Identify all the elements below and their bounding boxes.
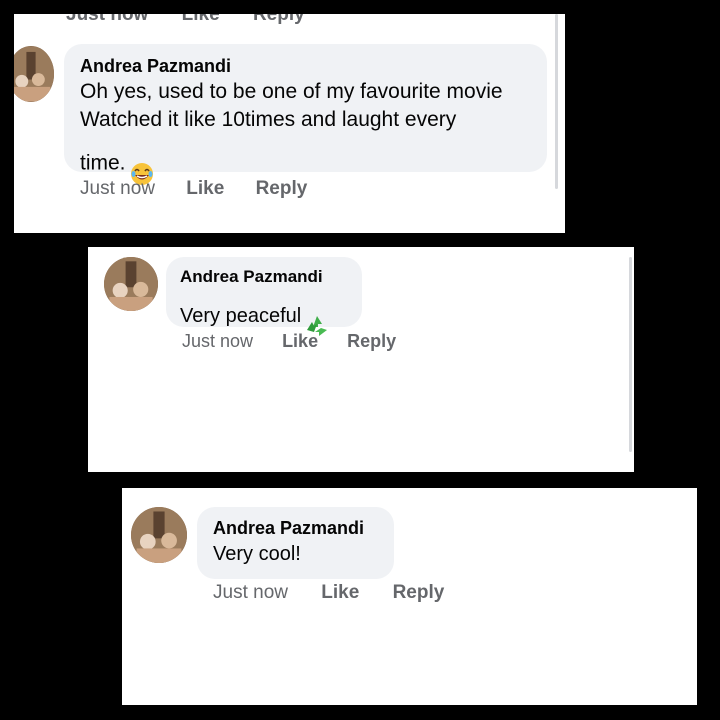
- comment-timestamp[interactable]: Just now: [80, 178, 155, 199]
- scrollbar[interactable]: [629, 257, 632, 452]
- comment-panel-1: Just now Like Reply Andrea Pazmandi Oh y…: [14, 14, 565, 233]
- comment-bubble: Andrea Pazmandi Oh yes, used to be one o…: [64, 44, 547, 185]
- comment-author[interactable]: Andrea Pazmandi: [213, 517, 378, 540]
- like-button[interactable]: Like: [282, 331, 318, 351]
- scrollbar[interactable]: [555, 14, 558, 189]
- avatar[interactable]: [14, 46, 54, 102]
- comment-text: Very cool!: [213, 543, 301, 565]
- like-button[interactable]: Like: [186, 178, 224, 199]
- reply-button[interactable]: Reply: [393, 582, 445, 603]
- comment-text-body: Very peaceful: [180, 304, 302, 327]
- comment-author[interactable]: Andrea Pazmandi: [180, 266, 348, 288]
- comment-panel-2: Andrea Pazmandi Very peaceful Just now L…: [88, 247, 634, 472]
- profile-photo-icon: [104, 257, 158, 311]
- reply-button[interactable]: Reply: [256, 178, 308, 199]
- avatar[interactable]: [104, 257, 158, 311]
- reply-button[interactable]: Reply: [347, 331, 396, 351]
- comment-panel-3: Andrea Pazmandi Very cool! Just now Like…: [122, 488, 697, 705]
- comment-author[interactable]: Andrea Pazmandi: [80, 54, 531, 78]
- avatar[interactable]: [131, 507, 187, 563]
- cropped-like-button[interactable]: Like: [182, 14, 220, 25]
- comment-bubble: Andrea Pazmandi Very peaceful: [166, 257, 362, 336]
- profile-photo-icon: [14, 46, 54, 102]
- like-button[interactable]: Like: [321, 582, 359, 603]
- comment-timestamp[interactable]: Just now: [213, 582, 288, 603]
- cropped-timestamp: Just now: [66, 14, 149, 25]
- comment-text: Oh yes, used to be one of my favourite m…: [80, 78, 531, 194]
- comment-timestamp[interactable]: Just now: [182, 331, 253, 351]
- cropped-reply-button[interactable]: Reply: [253, 14, 305, 25]
- comment-actions: Just now Like Reply: [213, 582, 444, 604]
- comment-actions: Just now Like Reply: [80, 178, 307, 200]
- cropped-comment-actions: Just now Like Reply: [66, 14, 333, 26]
- comment-actions: Just now Like Reply: [182, 331, 396, 352]
- comment-bubble: Andrea Pazmandi Very cool!: [197, 507, 394, 579]
- profile-photo-icon: [131, 507, 187, 563]
